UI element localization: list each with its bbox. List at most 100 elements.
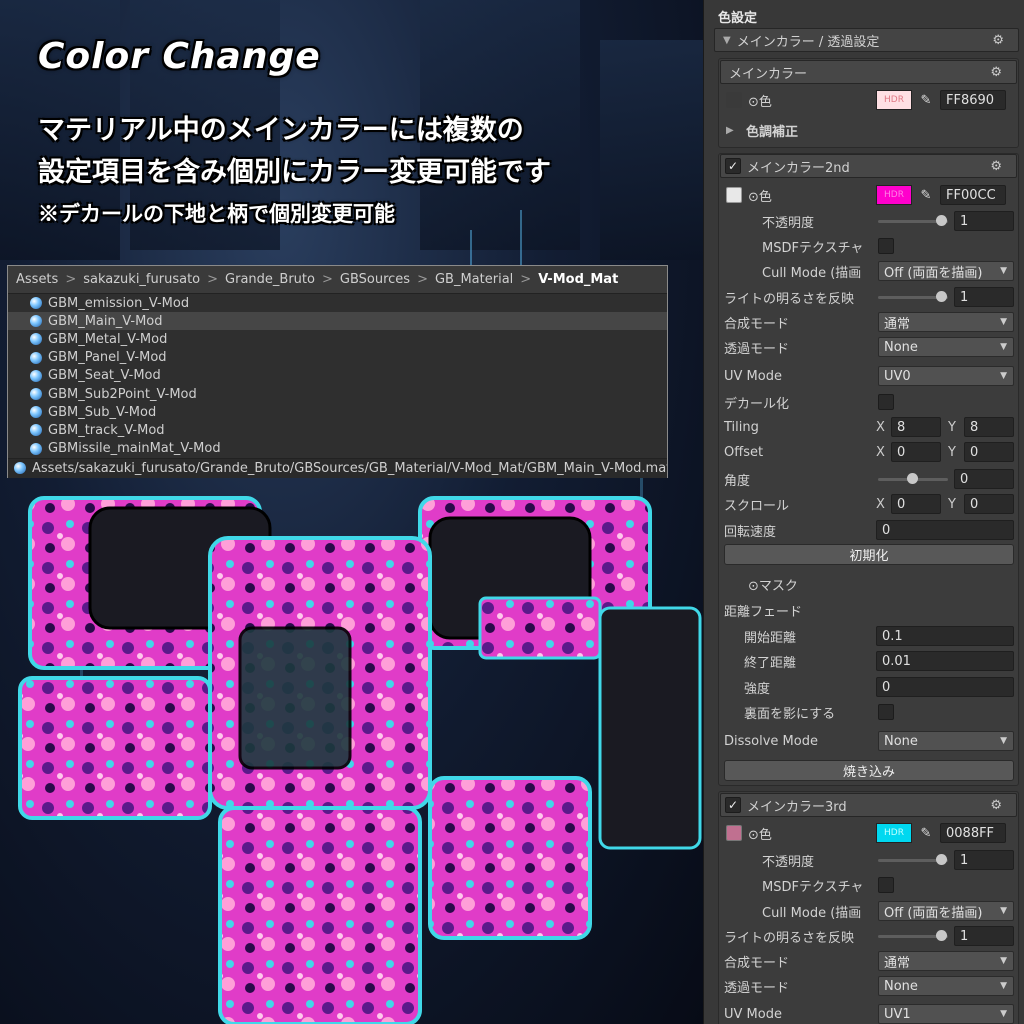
opacity-slider[interactable]: [878, 211, 948, 231]
gear-icon[interactable]: ⚙: [992, 33, 1004, 48]
blend-dropdown[interactable]: 通常: [878, 951, 1014, 971]
asset-item[interactable]: GBM_emission_V-Mod: [8, 294, 667, 312]
fade-end-label: 終了距離: [744, 655, 797, 671]
fade-start-field[interactable]: 0.1: [876, 626, 1014, 646]
blend-label: 合成モード: [724, 955, 790, 971]
color2-header[interactable]: ✓ メインカラー2nd ⚙: [720, 154, 1017, 178]
light-field[interactable]: 1: [954, 287, 1014, 307]
uv-dropdown[interactable]: UV1: [878, 1004, 1014, 1024]
color3-header[interactable]: ✓ メインカラー3rd ⚙: [720, 793, 1017, 817]
blend-dropdown[interactable]: 通常: [878, 312, 1014, 332]
cull-label: Cull Mode (描画: [762, 905, 862, 921]
main-color-header[interactable]: メインカラー ⚙: [720, 60, 1017, 84]
hex-field[interactable]: FF00CC: [940, 185, 1006, 205]
material-orb-icon: [30, 315, 42, 328]
eyedropper-icon[interactable]: ✎: [918, 90, 934, 110]
offset-x-field[interactable]: 0: [891, 442, 941, 462]
opacity-slider[interactable]: [878, 850, 948, 870]
scroll-y-field[interactable]: 0: [964, 494, 1014, 514]
uv-dropdown[interactable]: UV0: [878, 366, 1014, 386]
msdf-checkbox[interactable]: [878, 877, 894, 893]
texture-slot[interactable]: [726, 576, 742, 592]
cull-dropdown[interactable]: Off (両面を描画): [878, 261, 1014, 281]
fade-label: 距離フェード: [724, 604, 803, 620]
material-inspector: 色設定 ▼ メインカラー / 透過設定 ⚙ メインカラー ⚙ ⊙色 HDR ✎ …: [703, 0, 1024, 1024]
opacity-field[interactable]: 1: [954, 211, 1014, 231]
breadcrumb-item[interactable]: GB_Material: [435, 272, 513, 287]
asset-path: Assets/sakazuki_furusato/Grande_Bruto/GB…: [32, 460, 667, 476]
asset-item[interactable]: GBM_Sub2Point_V-Mod: [8, 385, 667, 403]
light-slider[interactable]: [878, 926, 948, 946]
asset-name: GBM_Panel_V-Mod: [48, 350, 167, 366]
light-label: ライトの明るさを反映: [724, 291, 855, 307]
asset-item[interactable]: GBM_Sub_V-Mod: [8, 403, 667, 421]
angle-slider[interactable]: [878, 469, 948, 489]
color-swatch[interactable]: HDR: [876, 90, 912, 110]
gear-icon[interactable]: ⚙: [990, 65, 1002, 80]
main-section-foldout[interactable]: ▼ メインカラー / 透過設定 ⚙: [714, 28, 1019, 52]
hex-field[interactable]: FF8690: [940, 90, 1006, 110]
breadcrumb-current[interactable]: V-Mod_Mat: [538, 272, 618, 287]
offset-y-field[interactable]: 0: [964, 442, 1014, 462]
asset-item[interactable]: GBM_Panel_V-Mod: [8, 349, 667, 367]
asset-name: GBM_Metal_V-Mod: [48, 331, 168, 347]
backface-checkbox[interactable]: [878, 704, 894, 720]
asset-name: GBM_Seat_V-Mod: [48, 368, 161, 384]
hex-field[interactable]: 0088FF: [940, 823, 1006, 843]
color3-enable-checkbox[interactable]: ✓: [725, 797, 741, 813]
blend-row: 合成モード 通常: [704, 949, 1024, 973]
dissolve-dropdown[interactable]: None: [878, 731, 1014, 751]
light-field[interactable]: 1: [954, 926, 1014, 946]
msdf-checkbox[interactable]: [878, 238, 894, 254]
strength-field[interactable]: 0: [876, 677, 1014, 697]
breadcrumb-item[interactable]: Assets: [16, 272, 58, 287]
asset-item[interactable]: GBM_Seat_V-Mod: [8, 367, 667, 385]
alpha-dropdown[interactable]: None: [878, 976, 1014, 996]
asset-name: GBM_emission_V-Mod: [48, 295, 190, 311]
opacity-label: 不透明度: [762, 854, 815, 870]
opacity-field[interactable]: 1: [954, 850, 1014, 870]
asset-path-bar: Assets/sakazuki_furusato/Grande_Bruto/GB…: [8, 457, 667, 478]
gear-icon[interactable]: ⚙: [990, 798, 1002, 813]
project-browser: Assets > sakazuki_furusato > Grande_Bruto >…: [7, 265, 668, 478]
color-swatch[interactable]: HDR: [876, 823, 912, 843]
asset-item[interactable]: GBM_track_V-Mod: [8, 421, 667, 439]
color3-title: メインカラー3rd: [747, 799, 847, 815]
material-orb-icon: [30, 351, 42, 364]
light-slider[interactable]: [878, 287, 948, 307]
breadcrumb-item[interactable]: GBSources: [340, 272, 410, 287]
asset-item-selected[interactable]: GBM_Main_V-Mod: [8, 312, 667, 331]
breadcrumb-item[interactable]: Grande_Bruto: [225, 272, 315, 287]
decal-checkbox[interactable]: [878, 394, 894, 410]
cull-dropdown[interactable]: Off (両面を描画): [878, 901, 1014, 921]
dissolve-row: Dissolve Mode None: [704, 729, 1024, 753]
asset-item[interactable]: GBM_Metal_V-Mod: [8, 330, 667, 348]
tiling-row: Tiling X 8 Y 8: [704, 415, 1024, 439]
texture-slot[interactable]: [726, 187, 742, 203]
fade-end-field[interactable]: 0.01: [876, 651, 1014, 671]
color-swatch[interactable]: HDR: [876, 185, 912, 205]
promo-line-2: 設定項目を含み個別にカラー変更可能です: [38, 157, 551, 188]
color2-title: メインカラー2nd: [747, 160, 850, 176]
breadcrumb-item[interactable]: sakazuki_furusato: [83, 272, 200, 287]
texture-slot[interactable]: [726, 92, 742, 108]
alpha-dropdown[interactable]: None: [878, 337, 1014, 357]
scroll-x-field[interactable]: 0: [891, 494, 941, 514]
tiling-x-field[interactable]: 8: [891, 417, 941, 437]
color2-enable-checkbox[interactable]: ✓: [725, 158, 741, 174]
eyedropper-icon[interactable]: ✎: [918, 823, 934, 843]
texture-slot[interactable]: [726, 825, 742, 841]
asset-item[interactable]: GBMissile_mainMat_V-Mod: [8, 440, 667, 458]
bake-button[interactable]: 焼き込み: [724, 760, 1014, 781]
reset-button[interactable]: 初期化: [724, 544, 1014, 565]
color-label: ⊙色: [748, 189, 772, 205]
tiling-y-field[interactable]: 8: [964, 417, 1014, 437]
rotation-field[interactable]: 0: [876, 520, 1014, 540]
color2-color-row: ⊙色 HDR ✎ FF00CC: [704, 183, 1024, 207]
gear-icon[interactable]: ⚙: [990, 159, 1002, 174]
angle-field[interactable]: 0: [954, 469, 1014, 489]
eyedropper-icon[interactable]: ✎: [918, 185, 934, 205]
tone-correction-foldout[interactable]: ▶ 色調補正: [704, 118, 1024, 142]
material-orb-icon: [30, 369, 42, 382]
breadcrumb: Assets > sakazuki_furusato > Grande_Bruto >…: [8, 266, 667, 294]
